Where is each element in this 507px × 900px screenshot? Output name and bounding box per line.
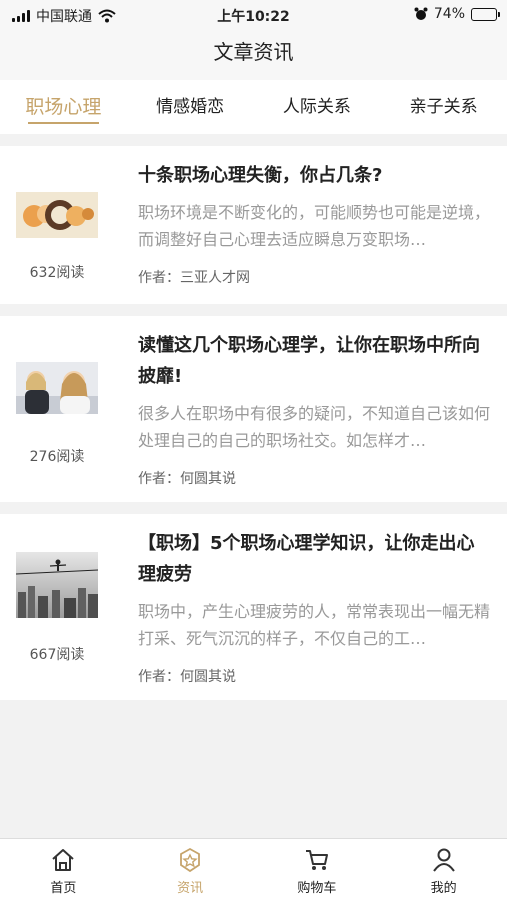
article-summary: 职场中，产生心理疲劳的人，常常表现出一幅无精打采、死气沉沉的样子，不仅自己的工…: [138, 602, 491, 648]
tabbar-home-label: 首页: [50, 881, 77, 896]
read-count: 667阅读: [29, 647, 85, 663]
article-author: 作者：何圆其说: [138, 471, 236, 487]
tab-career-psychology[interactable]: 职场心理: [0, 80, 127, 134]
battery-percent: 74%: [433, 6, 465, 22]
article-thumbnail: [16, 192, 98, 238]
person-icon: [432, 848, 455, 872]
article-thumbnail: [16, 552, 98, 618]
thumb-column: 667阅读: [0, 514, 114, 700]
tab-interpersonal[interactable]: 人际关系: [254, 80, 381, 134]
bottom-tab-bar: 首页 资讯 购物车 我的: [0, 838, 507, 900]
read-count: 632阅读: [29, 265, 85, 281]
article-title[interactable]: 读懂这几个职场心理学，让你在职场中所向披靡!: [138, 330, 491, 392]
article-card[interactable]: 667阅读 【职场】5个职场心理学知识，让你走出心理疲劳 职场中，产生心理疲劳的…: [0, 514, 507, 700]
article-content: 十条职场心理失衡，你占几条? 职场环境是不断变化的，可能顺势也可能是逆境，而调整…: [138, 160, 491, 287]
read-count: 276阅读: [29, 449, 85, 465]
tabbar-cart[interactable]: 购物车: [254, 839, 381, 900]
article-title[interactable]: 【职场】5个职场心理学知识，让你走出心理疲劳: [138, 528, 491, 590]
article-author: 作者：何圆其说: [138, 669, 236, 685]
tabbar-news[interactable]: 资讯: [127, 839, 254, 900]
tabbar-home[interactable]: 首页: [0, 839, 127, 900]
page-title: 文章资讯: [0, 30, 507, 80]
tabbar-profile-label: 我的: [430, 881, 457, 896]
article-title[interactable]: 十条职场心理失衡，你占几条?: [138, 160, 491, 191]
tabbar-profile[interactable]: 我的: [380, 839, 507, 900]
article-thumbnail: [16, 362, 98, 414]
alarm-icon: [414, 7, 428, 20]
article-summary: 很多人在职场中有很多的疑问，不知道自己该如何处理自己的自己的职场社交。如怎样才…: [138, 404, 491, 450]
article-list: 632阅读 十条职场心理失衡，你占几条? 职场环境是不断变化的，可能顺势也可能是…: [0, 134, 507, 700]
tab-emotion-marriage[interactable]: 情感婚恋: [127, 80, 254, 134]
battery-icon: [471, 7, 500, 21]
badge-icon: [180, 847, 201, 873]
article-author: 作者：三亚人才网: [138, 270, 250, 286]
home-icon: [52, 849, 75, 871]
cart-icon: [305, 850, 328, 870]
article-card[interactable]: 276阅读 读懂这几个职场心理学，让你在职场中所向披靡! 很多人在职场中有很多的…: [0, 316, 507, 502]
status-right: 74%: [414, 6, 500, 22]
article-content: 读懂这几个职场心理学，让你在职场中所向披靡! 很多人在职场中有很多的疑问，不知道…: [138, 330, 491, 488]
category-tabs: 职场心理 情感婚恋 人际关系 亲子关系: [0, 80, 507, 134]
thumb-column: 632阅读: [0, 146, 114, 304]
status-bar: 中国联通 上午10:22 74%: [0, 0, 507, 30]
article-card[interactable]: 632阅读 十条职场心理失衡，你占几条? 职场环境是不断变化的，可能顺势也可能是…: [0, 146, 507, 304]
article-summary: 职场环境是不断变化的，可能顺势也可能是逆境，而调整好自己心理去适应瞬息万变职场…: [138, 203, 491, 249]
thumb-column: 276阅读: [0, 316, 114, 502]
tabbar-cart-label: 购物车: [297, 881, 337, 896]
tabbar-news-label: 资讯: [177, 881, 204, 896]
article-content: 【职场】5个职场心理学知识，让你走出心理疲劳 职场中，产生心理疲劳的人，常常表现…: [138, 528, 491, 686]
tab-parent-child[interactable]: 亲子关系: [380, 80, 507, 134]
